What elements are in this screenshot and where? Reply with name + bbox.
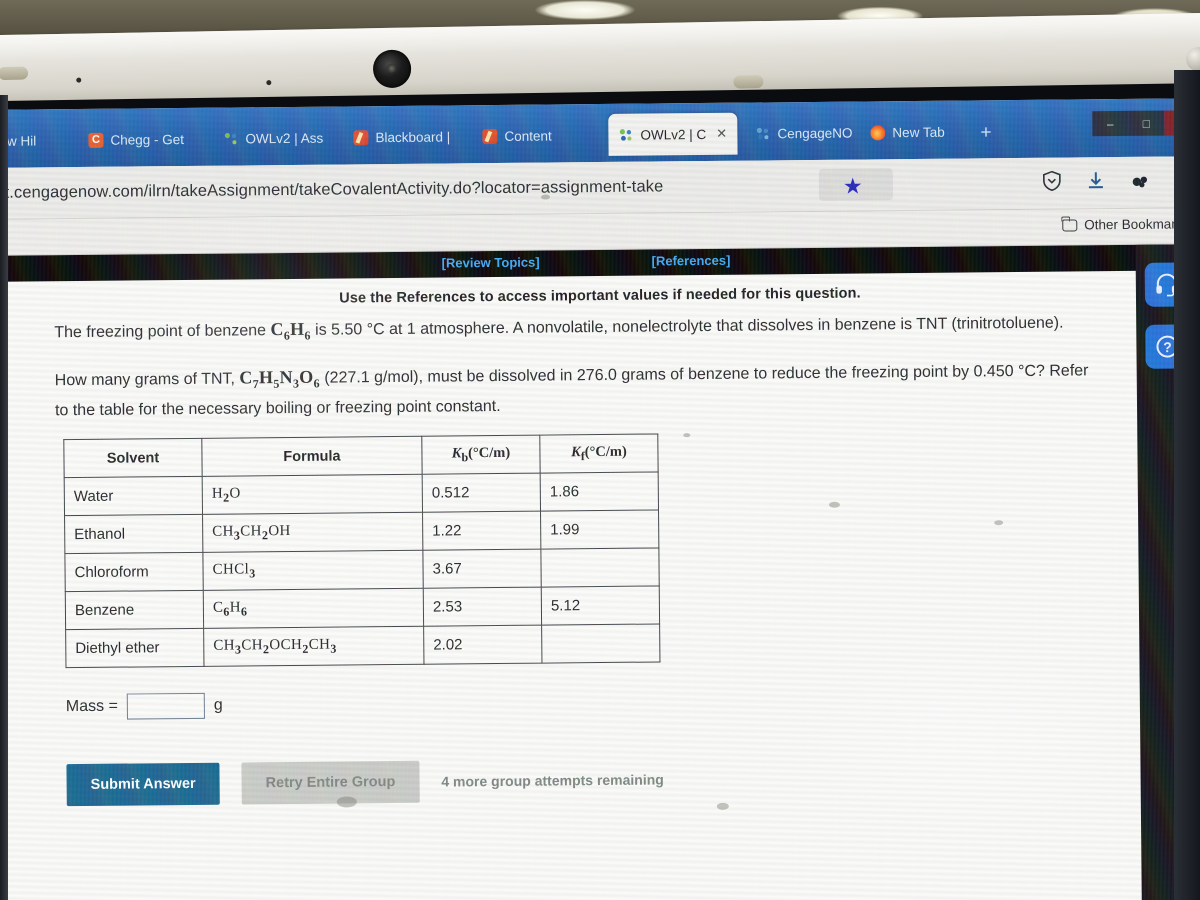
blackboard-favicon (482, 128, 498, 144)
tab-label: CengageNO (777, 125, 853, 141)
laptop-right-frame (1174, 70, 1200, 900)
shield-icon[interactable] (1041, 170, 1063, 192)
other-bookmarks-button[interactable]: Other Bookmarks (1062, 216, 1189, 232)
table-row: Chloroform CHCl3 3.67 (64, 548, 660, 592)
tab-label: Content (504, 127, 552, 144)
maximize-button[interactable]: □ (1128, 110, 1165, 136)
review-topics-link[interactable]: [Review Topics] (442, 255, 540, 271)
benzene-formula: C6H6 (270, 318, 311, 343)
mass-unit: g (213, 696, 223, 714)
toolbar-icons (1041, 168, 1195, 191)
lid-corner-button (1185, 46, 1200, 72)
tab-cengagenow[interactable]: CengageNO (745, 115, 862, 150)
laptop-photo-scene: MOTION EYE Graw Hil C Chegg - Get OWLv2 … (0, 0, 1200, 900)
tab-owlv2-active[interactable]: OWLv2 | C ✕ (608, 112, 738, 156)
owl-favicon (755, 126, 770, 141)
cell-kf: 1.99 (540, 510, 659, 550)
tab-label: OWLv2 | C (640, 126, 707, 143)
owl-favicon (223, 131, 238, 146)
cell-formula: C6H6 (203, 588, 424, 629)
answer-row: Mass = g (66, 684, 1102, 720)
cell-formula: H2O (202, 474, 423, 515)
minimize-button[interactable]: – (1092, 110, 1129, 137)
cell-kf (541, 624, 660, 664)
references-link[interactable]: [References] (652, 253, 731, 269)
tab-owlv2-assignment[interactable]: OWLv2 | Ass (213, 121, 333, 156)
solvent-constants-table: Solvent Formula Kb(°C/m) Kf(°C/m) Water H… (63, 433, 661, 669)
attempts-remaining-text: 4 more group attempts remaining (441, 771, 664, 790)
cell-solvent: Benzene (65, 590, 204, 630)
paragraph1-part2: is 5.50 °C at 1 atmosphere. A nonvolatil… (310, 314, 1064, 339)
firefox-favicon (870, 124, 886, 140)
tab-label: Chegg - Get (110, 131, 185, 148)
tab-blackboard[interactable]: Blackboard | (343, 119, 460, 154)
table-row: Ethanol CH3CH2OH 1.22 1.99 (64, 510, 659, 554)
cell-kb: 2.02 (423, 625, 542, 665)
new-tab-button[interactable]: + (980, 122, 991, 144)
submit-answer-button[interactable]: Submit Answer (66, 762, 220, 807)
tab-label: New Tab (892, 124, 945, 140)
laptop-screen: Graw Hil C Chegg - Get OWLv2 | Ass Black… (0, 98, 1200, 900)
tnt-formula: C7H5N3O6 (239, 366, 320, 391)
table-row: Diethyl ether CH3CH2OCH2CH3 2.02 (65, 624, 660, 668)
question-body: The freezing point of benzene C6H6 is 5.… (0, 308, 1200, 807)
webcam-lens (372, 49, 412, 89)
cell-solvent: Water (64, 476, 203, 516)
paragraph2-part1: How many grams of TNT, (54, 370, 240, 389)
table-row: Water H2O 0.512 1.86 (64, 472, 659, 516)
header-kb: Kb(°C/m) (421, 435, 541, 475)
header-solvent: Solvent (63, 438, 203, 478)
retry-entire-group-button: Retry Entire Group (241, 760, 420, 805)
cell-kb: 2.53 (423, 587, 542, 627)
cell-kf (540, 548, 660, 588)
download-icon[interactable] (1085, 169, 1107, 191)
cell-solvent: Ethanol (64, 514, 203, 554)
blackboard-favicon (353, 129, 369, 145)
owl-favicon (618, 127, 633, 142)
paragraph1-part1: The freezing point of benzene (54, 322, 271, 342)
table-row: Benzene C6H6 2.53 5.12 (65, 586, 660, 630)
tab-content[interactable]: Content (472, 118, 562, 153)
microphone-hole-right (266, 80, 272, 86)
cell-formula: CH3CH2OH (202, 512, 423, 553)
microphone-hole-left (76, 77, 82, 83)
mass-input[interactable] (126, 693, 206, 720)
cell-formula: CHCl3 (202, 550, 424, 591)
star-icon[interactable]: ★ (843, 173, 863, 199)
url-text[interactable]: ast.cengagenow.com/ilrn/takeAssignment/t… (0, 177, 663, 203)
cell-solvent: Chloroform (64, 552, 204, 592)
question-paragraph-2: How many grams of TNT, C7H5N3O6 (227.1 g… (55, 357, 1099, 424)
header-formula: Formula (201, 436, 423, 477)
lid-vent-left (0, 66, 29, 81)
svg-text:?: ? (1163, 339, 1172, 355)
cell-kf: 5.12 (541, 586, 660, 626)
header-kf: Kf(°C/m) (539, 434, 659, 474)
cell-kf: 1.86 (540, 472, 659, 512)
cell-formula: CH3CH2OCH2CH3 (203, 626, 424, 667)
action-buttons: Submit Answer Retry Entire Group 4 more … (66, 754, 1102, 807)
tab-chegg[interactable]: C Chegg - Get (78, 122, 194, 157)
assignment-page: [Review Topics] [References] Use the Ref… (0, 244, 1200, 900)
laptop-left-frame (0, 95, 8, 900)
chegg-favicon: C (88, 132, 104, 148)
cell-kb: 1.22 (422, 511, 541, 551)
cell-kb: 0.512 (422, 473, 541, 513)
tab-label: Blackboard | (375, 128, 451, 145)
cell-solvent: Diethyl ether (65, 628, 204, 668)
table-header-row: Solvent Formula Kb(°C/m) Kf(°C/m) (63, 434, 659, 478)
folder-icon (1062, 218, 1078, 232)
lid-vent-right (733, 75, 764, 89)
table-body: Water H2O 0.512 1.86 Ethanol CH3CH2OH 1.22 1.99… (64, 472, 660, 668)
tab-label: OWLv2 | Ass (245, 130, 324, 146)
extensions-icon[interactable] (1129, 169, 1151, 191)
mass-label: Mass = (65, 697, 118, 716)
tab-new-tab[interactable]: New Tab (860, 115, 955, 150)
close-icon[interactable]: ✕ (716, 126, 727, 142)
cell-kb: 3.67 (422, 549, 542, 589)
